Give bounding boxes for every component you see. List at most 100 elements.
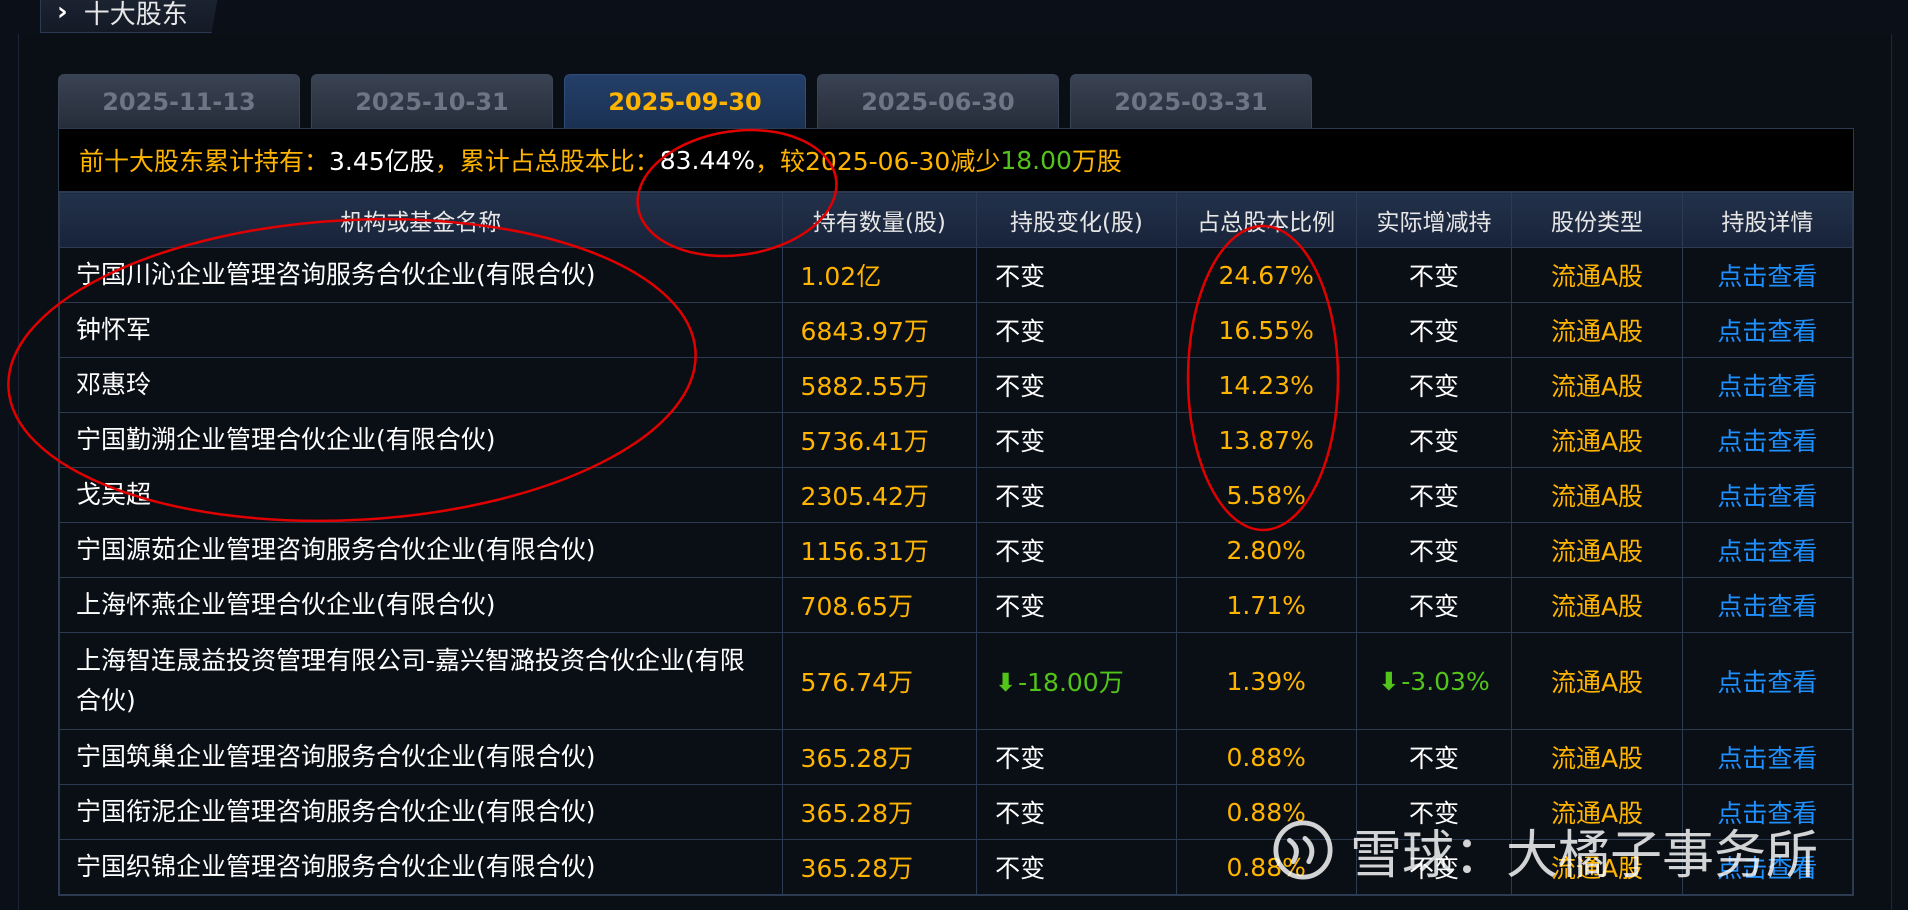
col-header-change: 持股变化(股) xyxy=(976,192,1177,248)
holder-name-text: 上海智连晟益投资管理有限公司-嘉兴智潞投资合伙企业(有限合伙) xyxy=(76,646,745,715)
holder-name-text: 宁国川沁企业管理咨询服务合伙企业(有限合伙) xyxy=(76,260,596,289)
share-type: 流通A股 xyxy=(1511,522,1683,578)
share-ratio: 0.88% xyxy=(1175,839,1357,895)
tab-2025-11-13[interactable]: 2025-11-13 xyxy=(58,74,300,128)
detail-link-text[interactable]: 点击查看 xyxy=(1717,537,1817,566)
detail-link[interactable]: 点击查看 xyxy=(1681,729,1854,785)
detail-link-text[interactable]: 点击查看 xyxy=(1717,317,1817,346)
detail-link[interactable]: 点击查看 xyxy=(1681,577,1854,633)
share-type-text: 流通A股 xyxy=(1550,427,1644,456)
holding-qty-text: 5736.41万 xyxy=(800,427,929,456)
detail-link[interactable]: 点击查看 xyxy=(1681,412,1854,468)
detail-link-text[interactable]: 点击查看 xyxy=(1717,799,1817,828)
share-ratio: 24.67% xyxy=(1175,247,1357,303)
detail-link[interactable]: 点击查看 xyxy=(1681,522,1854,578)
holder-name-text: 宁国勤溯企业管理合伙企业(有限合伙) xyxy=(76,425,496,454)
share-type-text: 流通A股 xyxy=(1550,537,1644,566)
holder-name: 宁国衔泥企业管理咨询服务合伙企业(有限合伙) xyxy=(59,784,783,840)
actual-change-text: 不变 xyxy=(1409,799,1460,828)
detail-link-text[interactable]: 点击查看 xyxy=(1717,372,1817,401)
actual-change-text: 不变 xyxy=(1409,317,1460,346)
table-body: 宁国川沁企业管理咨询服务合伙企业(有限合伙) 1.02亿 不变 24.67% 不变 流通A… xyxy=(59,247,1854,895)
detail-link[interactable]: 点击查看 xyxy=(1681,839,1854,895)
detail-link-text[interactable]: 点击查看 xyxy=(1717,592,1817,621)
actual-change-text: 不变 xyxy=(1409,427,1460,456)
chevron-right-icon: › xyxy=(57,0,68,27)
holder-name-text: 宁国源茹企业管理咨询服务合伙企业(有限合伙) xyxy=(76,535,596,564)
holding-qty-text: 365.28万 xyxy=(800,799,914,828)
share-ratio-text: 5.58% xyxy=(1226,480,1306,510)
share-type-text: 流通A股 xyxy=(1550,317,1644,346)
table-row: 宁国筑巢企业管理咨询服务合伙企业(有限合伙) 365.28万 不变 0.88% 不变 流通… xyxy=(59,729,1854,785)
holding-qty: 5882.55万 xyxy=(781,357,978,413)
detail-link-text[interactable]: 点击查看 xyxy=(1717,668,1817,697)
share-type-text: 流通A股 xyxy=(1550,592,1644,621)
summary-unit: 万股 xyxy=(1071,147,1122,176)
holder-name: 钟怀军 xyxy=(59,302,783,358)
detail-link-text[interactable]: 点击查看 xyxy=(1717,427,1817,456)
detail-link[interactable]: 点击查看 xyxy=(1681,784,1854,840)
detail-link-text[interactable]: 点击查看 xyxy=(1717,854,1817,883)
share-type: 流通A股 xyxy=(1511,412,1683,468)
detail-link[interactable]: 点击查看 xyxy=(1681,247,1854,303)
share-ratio-text: 0.88% xyxy=(1226,742,1306,772)
share-type: 流通A股 xyxy=(1511,729,1683,785)
share-ratio-text: 0.88% xyxy=(1226,797,1306,827)
detail-link[interactable]: 点击查看 xyxy=(1681,302,1854,358)
section-tab: › 十大股东 xyxy=(40,0,219,33)
detail-link[interactable]: 点击查看 xyxy=(1681,357,1854,413)
holding-change-text: 不变 xyxy=(995,427,1046,456)
actual-change-text: 不变 xyxy=(1409,592,1460,621)
table-row: 宁国衔泥企业管理咨询服务合伙企业(有限合伙) 365.28万 不变 0.88% 不变 流通… xyxy=(59,784,1854,840)
holder-name-text: 宁国织锦企业管理咨询服务合伙企业(有限合伙) xyxy=(76,852,596,881)
detail-link[interactable]: 点击查看 xyxy=(1681,632,1854,730)
holding-change-text: 不变 xyxy=(995,744,1046,773)
share-type: 流通A股 xyxy=(1511,784,1683,840)
detail-link-text[interactable]: 点击查看 xyxy=(1717,744,1817,773)
share-type: 流通A股 xyxy=(1511,357,1683,413)
holding-qty-text: 2305.42万 xyxy=(800,482,929,511)
detail-link[interactable]: 点击查看 xyxy=(1681,467,1854,523)
share-ratio: 5.58% xyxy=(1175,467,1357,523)
holder-name: 宁国勤溯企业管理合伙企业(有限合伙) xyxy=(59,412,783,468)
tab-2025-06-30[interactable]: 2025-06-30 xyxy=(817,74,1059,128)
holding-change-text: 不变 xyxy=(995,262,1046,291)
share-type: 流通A股 xyxy=(1511,302,1683,358)
holding-change: ⬇-18.00万 xyxy=(976,632,1177,730)
actual-change: 不变 xyxy=(1355,247,1513,303)
actual-change: 不变 xyxy=(1355,839,1513,895)
col-header-type: 股份类型 xyxy=(1511,192,1683,248)
share-type: 流通A股 xyxy=(1511,247,1683,303)
actual-change: 不变 xyxy=(1355,577,1513,633)
summary-decrease-value: 18.00 xyxy=(1000,145,1072,175)
holding-qty: 365.28万 xyxy=(781,784,978,840)
tab-2025-09-30[interactable]: 2025-09-30 xyxy=(564,74,806,128)
holding-qty-text: 576.74万 xyxy=(800,668,914,697)
share-ratio-text: 1.71% xyxy=(1226,590,1306,620)
holding-change-text: -18.00万 xyxy=(1018,668,1124,697)
table-header-row: 机构或基金名称 持有数量(股) 持股变化(股) 占总股本比例 实际增减持 股份类… xyxy=(59,192,1854,248)
actual-change: 不变 xyxy=(1355,357,1513,413)
holding-change-text: 不变 xyxy=(995,482,1046,511)
holder-name-text: 戈吴超 xyxy=(76,480,152,509)
detail-link-text[interactable]: 点击查看 xyxy=(1717,262,1817,291)
shareholders-table-wrap: 前十大股东累计持有： 3.45亿股 ，累计占总股本比： 83.44% ，较202… xyxy=(58,128,1854,896)
actual-change-text: 不变 xyxy=(1409,372,1460,401)
summary-label-ratio: ，累计占总股本比： xyxy=(434,147,660,176)
actual-change: 不变 xyxy=(1355,784,1513,840)
holding-qty-text: 365.28万 xyxy=(800,744,914,773)
holding-qty-text: 5882.55万 xyxy=(800,372,929,401)
holding-qty: 2305.42万 xyxy=(781,467,978,523)
tab-2025-03-31[interactable]: 2025-03-31 xyxy=(1070,74,1312,128)
arrow-down-icon: ⬇ xyxy=(1378,666,1400,696)
tab-2025-10-31[interactable]: 2025-10-31 xyxy=(311,74,553,128)
share-type: 流通A股 xyxy=(1511,632,1683,730)
detail-link-text[interactable]: 点击查看 xyxy=(1717,482,1817,511)
holder-name-text: 宁国衔泥企业管理咨询服务合伙企业(有限合伙) xyxy=(76,797,596,826)
holding-change: 不变 xyxy=(976,357,1177,413)
actual-change-text: 不变 xyxy=(1409,854,1460,883)
holder-name-text: 邓惠玲 xyxy=(76,370,152,399)
table-row: 邓惠玲 5882.55万 不变 14.23% 不变 流通A股 点击查看 xyxy=(59,357,1854,413)
summary-label-compare: ，较2025-06-30减少 xyxy=(755,147,1001,176)
share-ratio: 0.88% xyxy=(1175,729,1357,785)
